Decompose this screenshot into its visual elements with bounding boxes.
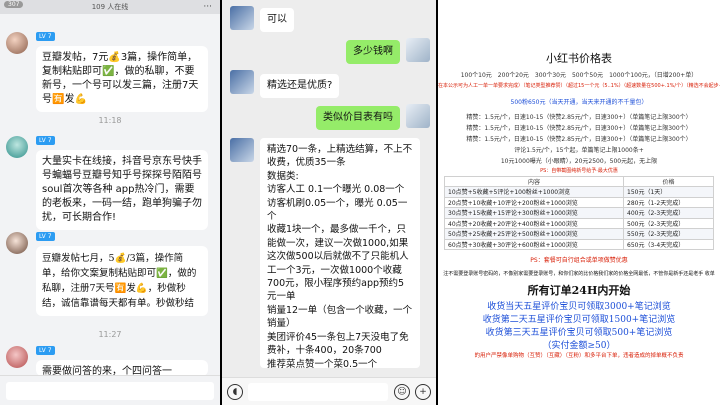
price-sheet-title: 小红书价格表 <box>546 52 612 65</box>
level-badge: LV 7 <box>36 232 55 241</box>
avatar[interactable] <box>230 6 254 30</box>
price-line: 在本公示可为人工一单一单要求完成）（笔记类型推荐赞）（超过15一个元（5..1%… <box>438 83 720 89</box>
promo-line: 收货第三天五星评价宝贝可领取500+笔记浏览 <box>485 328 673 338</box>
input-bar: ◖ ☺ + <box>222 377 436 405</box>
price-line: 评论1.5元/个，15个起，单篇笔记上限1000条+ <box>514 147 644 154</box>
group-chat-panel: 307 109 人在线 ··· LV 7 豆瓣发帖，7元💰3篇，操作简单，复制粘… <box>0 0 220 405</box>
avatar[interactable] <box>6 32 28 54</box>
table-cell: 40点赞+20收藏+20评论+400粉丝+1000浏览 <box>444 217 624 229</box>
price-line: 精赞：1.5元/个，日速10-15（快赞2.85元/个，日速300+）（单篇笔记… <box>466 125 692 132</box>
table-header: 价格 <box>623 176 714 187</box>
table-cell: 550元（2-3天完成） <box>623 228 714 240</box>
level-badge: LV 7 <box>36 346 55 355</box>
table-cell: 20点赞+10收藏+10评论+200粉丝+1000浏览 <box>444 196 624 208</box>
message-input[interactable] <box>248 383 388 401</box>
footer-warning: 的用户严禁像单购物（互赞）（互藏）（互粉）和多平台下单，违者造成的掉单概不负责 <box>474 353 684 359</box>
avatar[interactable] <box>230 138 254 162</box>
table-row: 30点赞+15收藏+15评论+300粉丝+1000浏览 400元（2-3天完成） <box>444 207 714 219</box>
table-row: 10点赞+5收藏+5评论+100粉丝+1000浏览 150元（1天） <box>444 186 714 198</box>
more-icon[interactable]: ··· <box>203 2 212 12</box>
table-cell: 150元（1天） <box>623 186 714 198</box>
table-cell: 280元（1-2天完成） <box>623 196 714 208</box>
my-message-bubble[interactable]: 类似价目表有吗 <box>316 106 400 130</box>
table-header: 内容 <box>444 176 624 187</box>
avatar[interactable] <box>6 232 28 254</box>
avatar[interactable] <box>6 136 28 158</box>
table-cell: 500元（2-3天完成） <box>623 217 714 229</box>
table-row: 60点赞+30收藏+30评论+600粉丝+1000浏览 650元（3-4天完成） <box>444 238 714 250</box>
price-note: PS：套餐可自行组合或单项做赞优惠 <box>530 257 628 264</box>
message-bubble[interactable]: 豆瓣发帖七月，5💰/3篇，操作简单，给你文案复制粘贴即可✅，做的私聊，注册7天号… <box>36 246 208 316</box>
price-note: 注不需要登录账号密码的，不像别家需要登录账号，和你们家的比价格我们家的价格全网最… <box>443 271 715 277</box>
timestamp: 11:18 <box>98 116 122 125</box>
avatar[interactable] <box>230 70 254 94</box>
promo-heading: 所有订单24H内开始 <box>527 284 631 297</box>
price-sheet-panel: 小红书价格表 100个10元 200个20元 300个30元 500个50元 1… <box>438 0 720 405</box>
price-line: 500粉650元（当天开通，当天来开通的不千量包） <box>510 99 648 106</box>
price-line: 精赞：1.5元/个，日速10-15（快赞2.85元/个，日速300+）（单篇笔记… <box>466 136 692 143</box>
plus-icon[interactable]: + <box>415 384 431 400</box>
package-table: 内容 价格 10点赞+5收藏+5评论+100粉丝+1000浏览 150元（1天） … <box>444 176 714 250</box>
my-avatar[interactable] <box>406 38 430 62</box>
screenshot-collage: 307 109 人在线 ··· LV 7 豆瓣发帖，7元💰3篇，操作简单，复制粘… <box>0 0 720 405</box>
promo-line: （实付金额≥50） <box>542 341 616 351</box>
my-avatar[interactable] <box>406 104 430 128</box>
table-row: 20点赞+10收藏+10评论+200粉丝+1000浏览 280元（1-2天完成） <box>444 196 714 208</box>
table-cell: 10点赞+5收藏+5评论+100粉丝+1000浏览 <box>444 186 624 198</box>
emoji-icon[interactable]: ☺ <box>394 384 410 400</box>
table-cell: 60点赞+30收藏+30评论+600粉丝+1000浏览 <box>444 238 624 250</box>
price-line: PS：自带截图纯新号给予·最大优惠 <box>540 168 618 174</box>
table-row: 50点赞+25收藏+25评论+500粉丝+1000浏览 550元（2-3天完成） <box>444 228 714 240</box>
price-line: 10元1000曝光（小眼睛），20元2500，500元起，无上限 <box>500 158 658 165</box>
message-bubble[interactable]: 豆瓣发帖，7元💰3篇，操作简单，复制粘贴即可✅，做的私聊，不要新号，一个号可以发… <box>36 46 208 112</box>
price-line: 精赞：1.5元/个，日速10-15（快赞2.85元/个，日速300+）（单篇笔记… <box>466 114 692 121</box>
my-message-bubble[interactable]: 多少钱啊 <box>346 40 400 64</box>
message-bubble[interactable]: 精选还是优质? <box>260 74 340 98</box>
level-badge: LV 7 <box>36 32 55 41</box>
online-count: 109 人在线 <box>91 3 129 11</box>
table-cell: 400元（2-3天完成） <box>623 207 714 219</box>
table-cell: 50点赞+25收藏+25评论+500粉丝+1000浏览 <box>444 228 624 240</box>
price-line: 100个10元 200个20元 300个30元 500个50元 1000个100… <box>460 72 698 79</box>
promo-line: 收货当天五星评价宝贝可领取3000+笔记浏览 <box>487 302 671 312</box>
message-input[interactable] <box>6 382 214 400</box>
message-bubble[interactable]: 可以 <box>260 8 294 32</box>
input-bar <box>0 375 220 405</box>
timestamp: 11:27 <box>98 330 122 339</box>
table-row: 40点赞+20收藏+20评论+400粉丝+1000浏览 500元（2-3天完成） <box>444 217 714 229</box>
private-chat-panel: 可以 多少钱啊 精选还是优质? 类似价目表有吗 精选70一条，上精选结算，不上不… <box>222 0 436 405</box>
unread-badge[interactable]: 307 <box>4 1 24 8</box>
table-cell: 650元（3-4天完成） <box>623 238 714 250</box>
promo-line: 收货第二天五星评价宝贝可领取1500+笔记浏览 <box>482 315 676 325</box>
chat-header: 307 109 人在线 ··· <box>0 0 220 14</box>
table-cell: 30点赞+15收藏+15评论+300粉丝+1000浏览 <box>444 207 624 219</box>
voice-icon[interactable]: ◖ <box>227 384 243 400</box>
message-bubble[interactable]: 大量实卡在线接，抖音号京东号快手号蝙蝠号豆瓣号知乎号探探号陌陌号 soul首次等… <box>36 150 208 230</box>
level-badge: LV 7 <box>36 136 55 145</box>
price-list-message[interactable]: 精选70一条，上精选结算，不上不收费，优质35一条 数据类: 访客人工 0.1一… <box>260 138 420 368</box>
message-bubble[interactable]: 需要做问答的来，个四问答一 <box>36 360 208 376</box>
avatar[interactable] <box>6 346 28 368</box>
